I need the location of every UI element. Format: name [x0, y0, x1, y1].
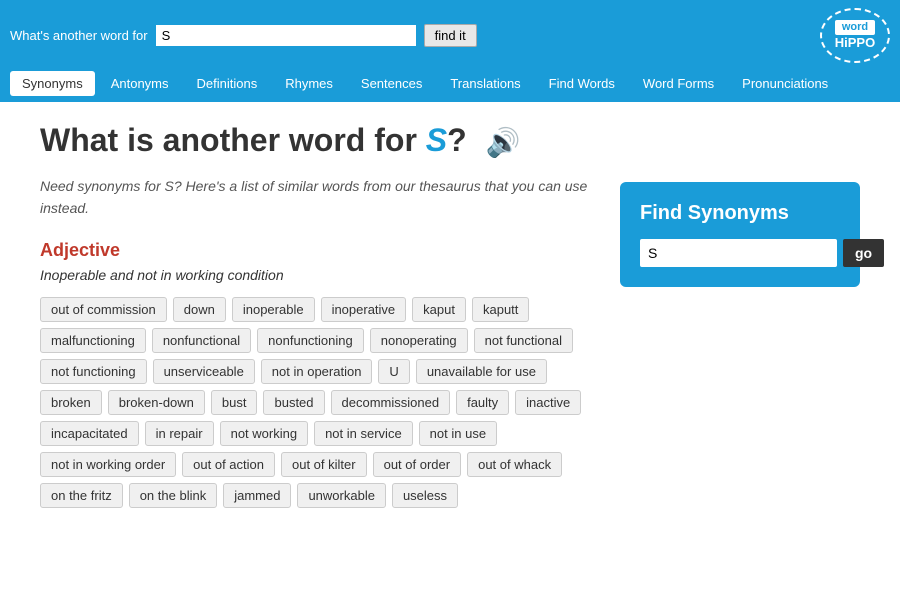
word-tags: out of commissiondowninoperableinoperati…: [40, 297, 600, 508]
word-tag[interactable]: useless: [392, 483, 458, 508]
word-tag[interactable]: faulty: [456, 390, 509, 415]
word-tag[interactable]: not functional: [474, 328, 573, 353]
pos-section: Adjective Inoperable and not in working c…: [40, 240, 600, 508]
nav-tab-find-words[interactable]: Find Words: [537, 71, 627, 96]
word-tag[interactable]: not in service: [314, 421, 413, 446]
pos-subheading: Inoperable and not in working condition: [40, 267, 600, 283]
right-column: Find Synonyms go: [620, 122, 860, 524]
word-tag[interactable]: U: [378, 359, 409, 384]
find-synonyms-input[interactable]: [640, 239, 837, 267]
top-bar-label: What's another word for: [10, 28, 148, 43]
word-tag[interactable]: not in working order: [40, 452, 176, 477]
word-tag[interactable]: not in operation: [261, 359, 373, 384]
top-search-bar: What's another word for find it word HiP…: [0, 0, 900, 71]
word-tag[interactable]: out of kilter: [281, 452, 367, 477]
title-word: S: [426, 122, 447, 158]
find-it-button[interactable]: find it: [424, 24, 477, 47]
word-tag[interactable]: not working: [220, 421, 308, 446]
word-tag[interactable]: broken-down: [108, 390, 205, 415]
word-tag[interactable]: jammed: [223, 483, 291, 508]
word-tag[interactable]: inoperable: [232, 297, 315, 322]
word-tag[interactable]: on the blink: [129, 483, 218, 508]
word-tag[interactable]: inactive: [515, 390, 581, 415]
word-tag[interactable]: in repair: [145, 421, 214, 446]
word-tag[interactable]: out of action: [182, 452, 275, 477]
word-tag[interactable]: kaputt: [472, 297, 529, 322]
nav-tab-word-forms[interactable]: Word Forms: [631, 71, 726, 96]
word-tag[interactable]: out of whack: [467, 452, 562, 477]
word-tag[interactable]: not in use: [419, 421, 497, 446]
description-text: Need synonyms for S? Here's a list of si…: [40, 175, 600, 220]
word-tag[interactable]: bust: [211, 390, 258, 415]
top-search-input[interactable]: [156, 25, 416, 46]
title-prefix: What is another word for: [40, 122, 426, 158]
word-tag[interactable]: down: [173, 297, 226, 322]
nav-tab-antonyms[interactable]: Antonyms: [99, 71, 181, 96]
sections-container: Adjective Inoperable and not in working c…: [40, 240, 600, 508]
word-tag[interactable]: unworkable: [297, 483, 386, 508]
nav-tab-pronunciations[interactable]: Pronunciations: [730, 71, 840, 96]
go-button[interactable]: go: [843, 239, 884, 267]
find-synonyms-input-row: go: [640, 239, 840, 267]
logo-text: word HiPPO: [835, 20, 875, 51]
page-title: What is another word for S? 🔊: [40, 122, 600, 159]
word-tag[interactable]: malfunctioning: [40, 328, 146, 353]
nav-tab-sentences[interactable]: Sentences: [349, 71, 434, 96]
word-tag[interactable]: unavailable for use: [416, 359, 547, 384]
nav-tab-translations[interactable]: Translations: [438, 71, 532, 96]
word-tag[interactable]: not functioning: [40, 359, 147, 384]
word-tag[interactable]: nonfunctional: [152, 328, 251, 353]
speaker-icon[interactable]: 🔊: [486, 127, 521, 158]
word-tag[interactable]: kaput: [412, 297, 466, 322]
left-column: What is another word for S? 🔊 Need synon…: [40, 122, 600, 524]
word-tag[interactable]: inoperative: [321, 297, 407, 322]
main-content: What is another word for S? 🔊 Need synon…: [0, 102, 900, 544]
nav-tab-definitions[interactable]: Definitions: [185, 71, 270, 96]
word-tag[interactable]: nonfunctioning: [257, 328, 364, 353]
nav-tab-synonyms[interactable]: Synonyms: [10, 71, 95, 96]
title-suffix: ?: [447, 122, 467, 158]
word-tag[interactable]: unserviceable: [153, 359, 255, 384]
word-tag[interactable]: busted: [263, 390, 324, 415]
pos-heading: Adjective: [40, 240, 600, 261]
word-tag[interactable]: nonoperating: [370, 328, 468, 353]
logo-area: word HiPPO: [820, 8, 890, 63]
find-synonyms-heading: Find Synonyms: [640, 202, 840, 225]
nav-tabs: SynonymsAntonymsDefinitionsRhymesSentenc…: [0, 71, 900, 102]
word-tag[interactable]: incapacitated: [40, 421, 139, 446]
word-tag[interactable]: broken: [40, 390, 102, 415]
word-tag[interactable]: decommissioned: [331, 390, 451, 415]
nav-tab-rhymes[interactable]: Rhymes: [273, 71, 345, 96]
word-tag[interactable]: out of commission: [40, 297, 167, 322]
find-synonyms-box: Find Synonyms go: [620, 182, 860, 287]
word-tag[interactable]: on the fritz: [40, 483, 123, 508]
logo-box: word HiPPO: [820, 8, 890, 63]
word-tag[interactable]: out of order: [373, 452, 462, 477]
